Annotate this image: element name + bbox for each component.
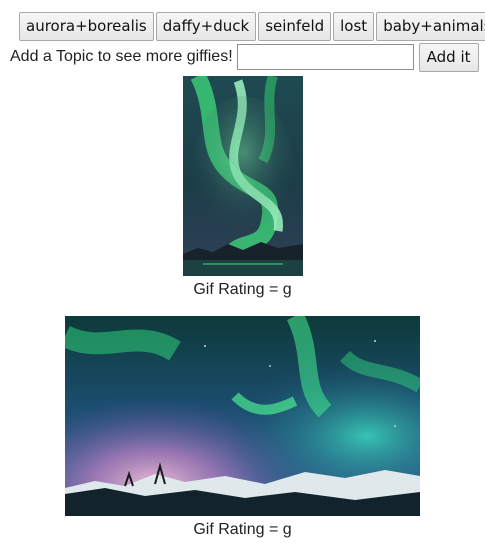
topic-button-daffy-duck[interactable]: daffy+duck	[155, 12, 257, 41]
topic-input[interactable]	[236, 44, 414, 70]
gif-rating: Gif Rating = g	[193, 281, 292, 298]
gif-card: Gif Rating = g	[0, 76, 485, 300]
gif-image[interactable]	[182, 76, 303, 276]
add-topic-form: Add a Topic to see more giffies! Add it	[10, 42, 479, 72]
gif-image[interactable]	[65, 316, 420, 516]
topic-button-aurora-borealis[interactable]: aurora+borealis	[19, 12, 154, 41]
gif-rating: Gif Rating = g	[193, 521, 292, 538]
aurora-portrait-picture	[182, 76, 303, 276]
add-topic-button[interactable]: Add it	[418, 42, 479, 72]
topic-button-seinfeld[interactable]: seinfeld	[258, 12, 332, 41]
topic-buttons: aurora+borealis daffy+duck seinfeld lost…	[19, 12, 485, 41]
giphy-app-page: aurora+borealis daffy+duck seinfeld lost…	[0, 0, 485, 554]
gif-card: Gif Rating = g	[0, 316, 485, 540]
aurora-landscape-picture	[65, 316, 420, 516]
add-topic-prompt: Add a Topic to see more giffies!	[10, 48, 233, 65]
topic-button-baby-animals[interactable]: baby+animals	[376, 12, 485, 41]
topic-button-lost[interactable]: lost	[333, 12, 375, 41]
